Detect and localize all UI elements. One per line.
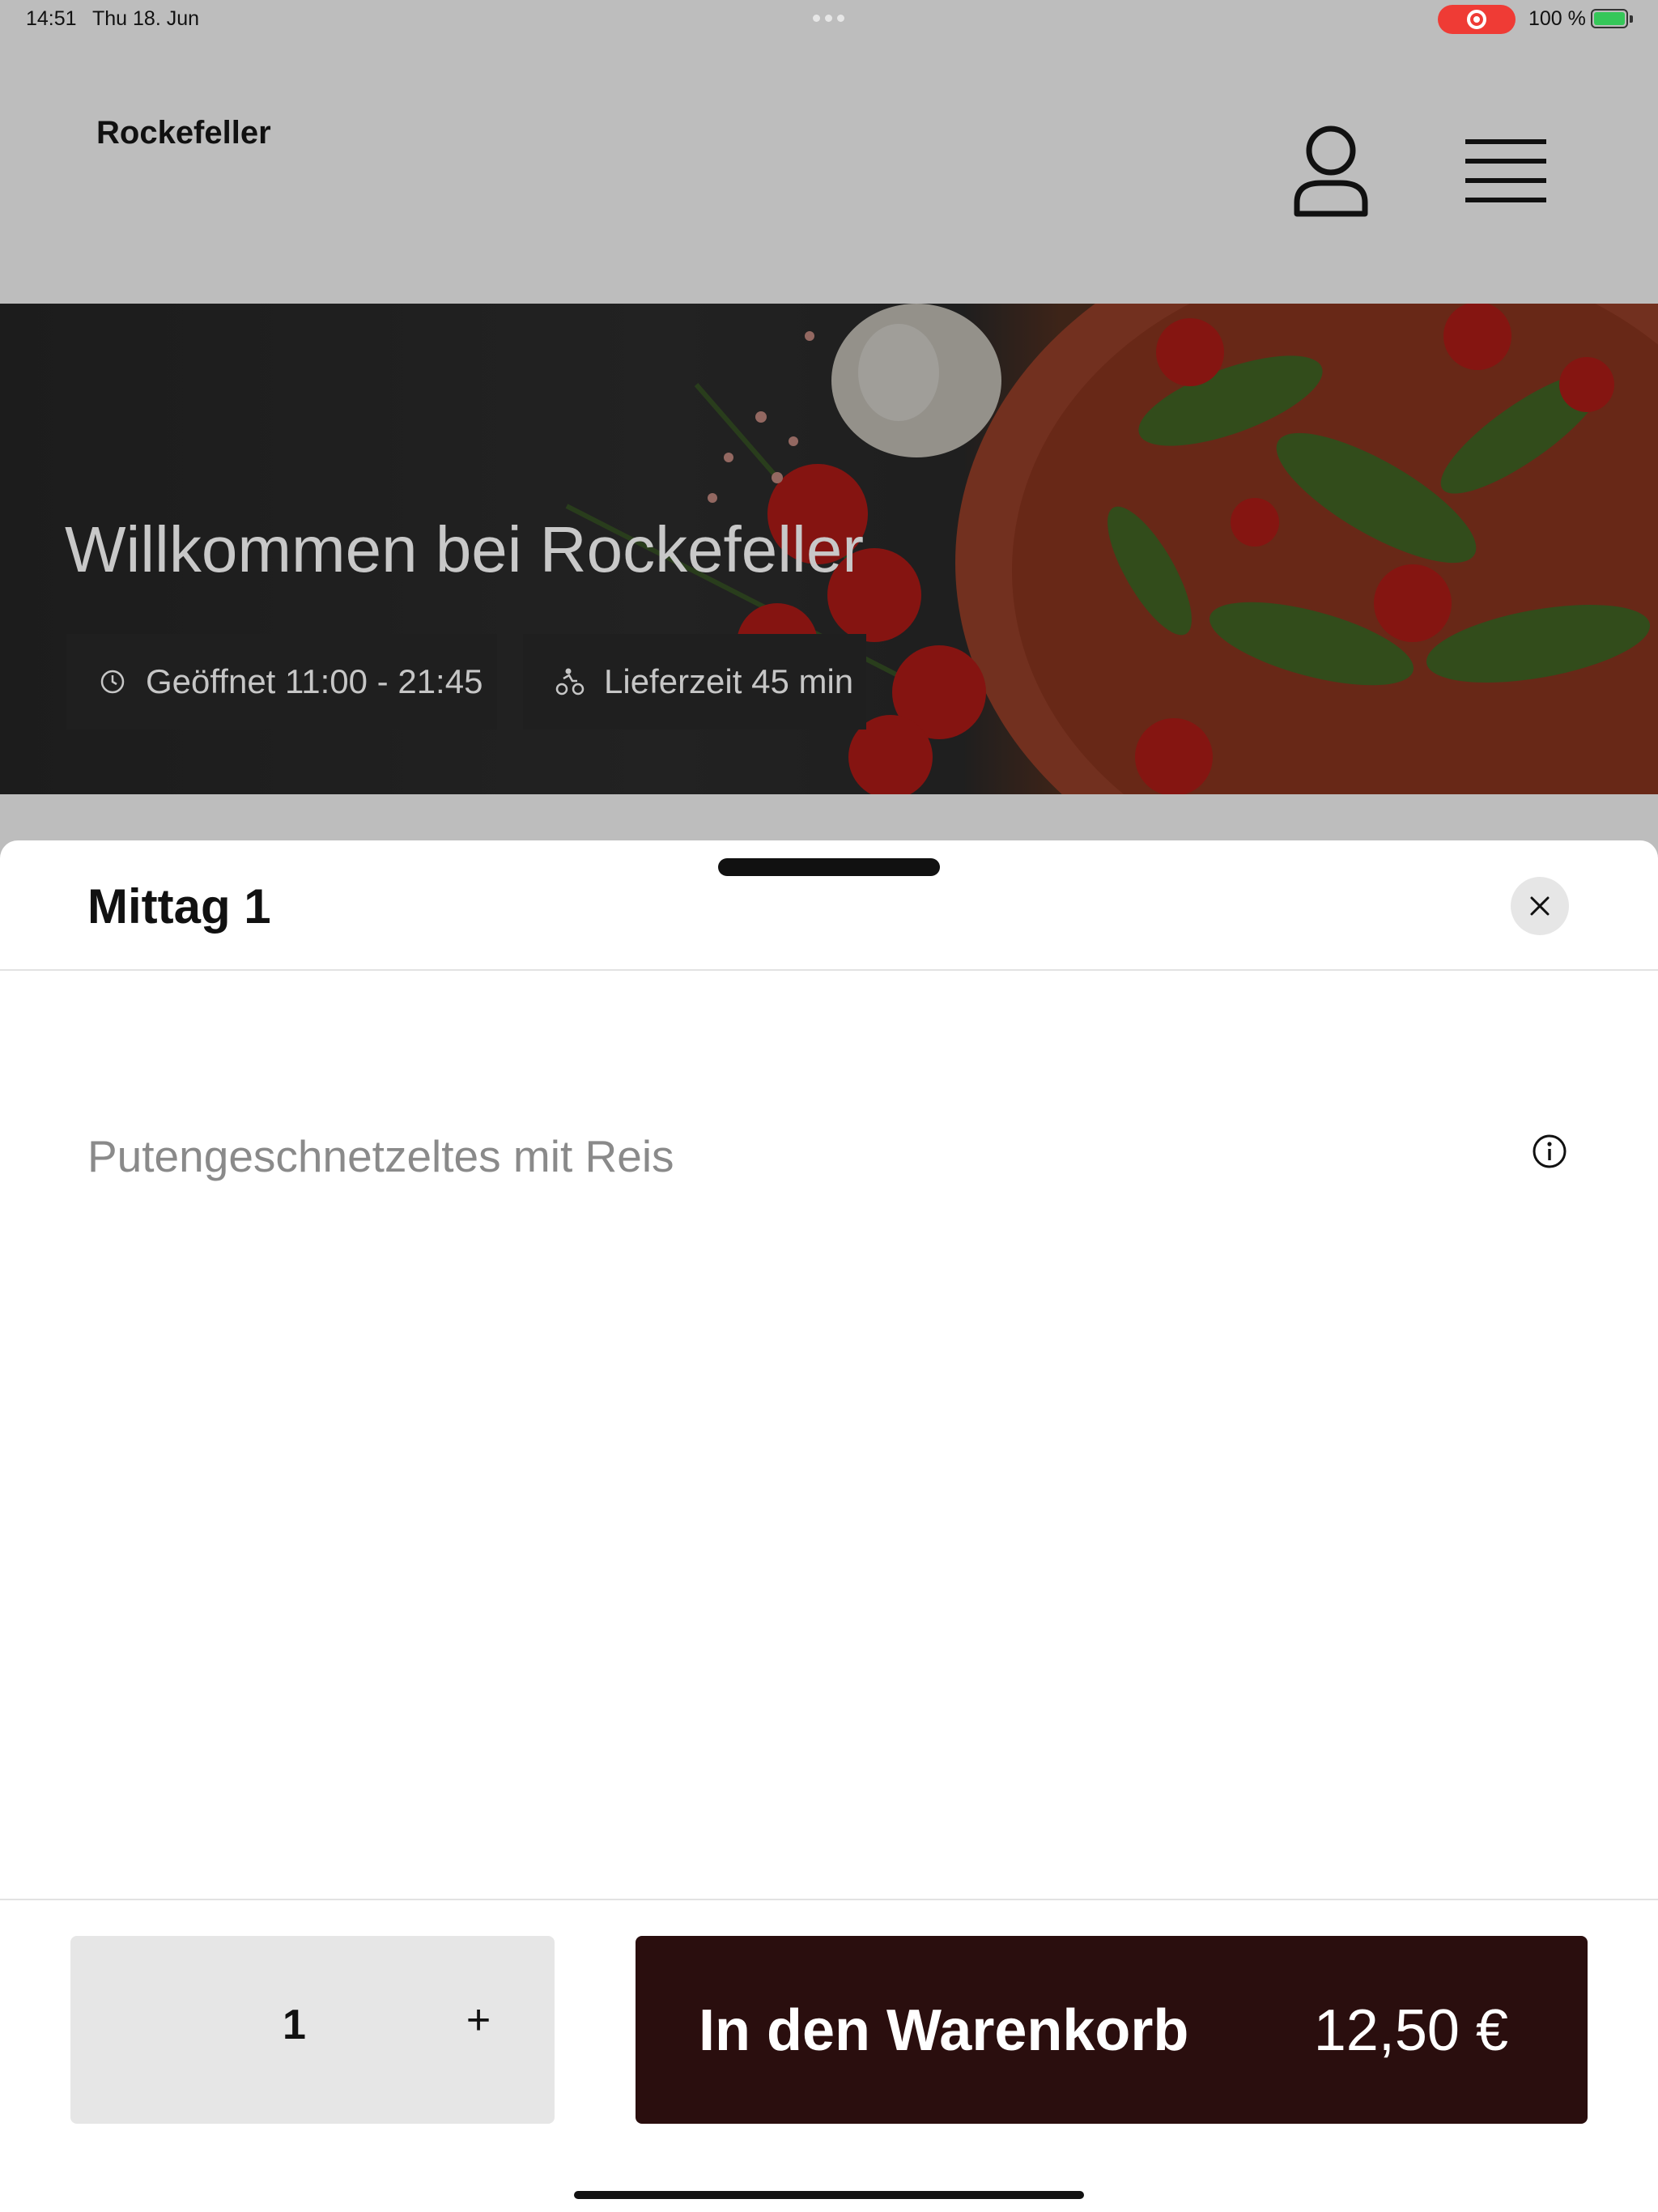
quantity-increase-button[interactable]: + (456, 1994, 501, 2046)
status-bar: 14:51 Thu 18. Jun 100 % (0, 0, 1658, 37)
footer-divider (0, 1899, 1658, 1900)
user-icon (1294, 125, 1368, 217)
hero-banner: Willkommen bei Rockefeller Geöffnet 11:0… (0, 304, 1658, 794)
hero-title: Willkommen bei Rockefeller (65, 513, 864, 585)
info-icon (1533, 1134, 1567, 1168)
menu-button[interactable] (1465, 136, 1546, 206)
clock-icon (100, 670, 125, 694)
header-divider (0, 969, 1658, 971)
home-indicator[interactable] (574, 2191, 1084, 2199)
add-to-cart-label: In den Warenkorb (699, 1998, 1189, 2063)
brand-name[interactable]: Rockefeller (96, 115, 271, 151)
close-icon (1530, 896, 1550, 916)
app-header (0, 37, 1658, 304)
battery-tip (1630, 15, 1633, 23)
hamburger-menu-icon (1465, 139, 1546, 202)
info-button[interactable] (1532, 1134, 1567, 1169)
screen-recording-icon[interactable] (1438, 5, 1516, 34)
backdrop-strip (0, 794, 1658, 843)
account-button[interactable] (1292, 123, 1370, 217)
multitasking-dots-icon[interactable] (813, 15, 844, 22)
cart-price: 12,50 € (1313, 1998, 1508, 2063)
battery-percentage: 100 % (1528, 7, 1586, 30)
sheet-grabber[interactable] (718, 858, 940, 876)
delivery-time-text: Lieferzeit 45 min (604, 662, 854, 700)
product-sheet: Mittag 1 Putengeschnetzeltes mit Reis 1 … (0, 840, 1658, 2212)
delivery-time-badge: Lieferzeit 45 min (523, 634, 866, 730)
opening-hours-text: Geöffnet 11:00 - 21:45 (146, 662, 483, 700)
opening-hours-badge: Geöffnet 11:00 - 21:45 (66, 634, 497, 730)
quantity-stepper: 1 + (70, 1936, 555, 2124)
battery-icon (1591, 9, 1628, 28)
status-date: Thu 18. Jun (92, 7, 200, 30)
sheet-title: Mittag 1 (87, 879, 271, 934)
close-button[interactable] (1511, 877, 1569, 935)
bicycle-courier-icon (555, 668, 585, 696)
quantity-value: 1 (283, 2001, 306, 2048)
add-to-cart-button[interactable]: In den Warenkorb 12,50 € (636, 1936, 1588, 2124)
item-name: Putengeschnetzeltes mit Reis (87, 1131, 674, 1181)
status-time: 14:51 (26, 7, 77, 30)
